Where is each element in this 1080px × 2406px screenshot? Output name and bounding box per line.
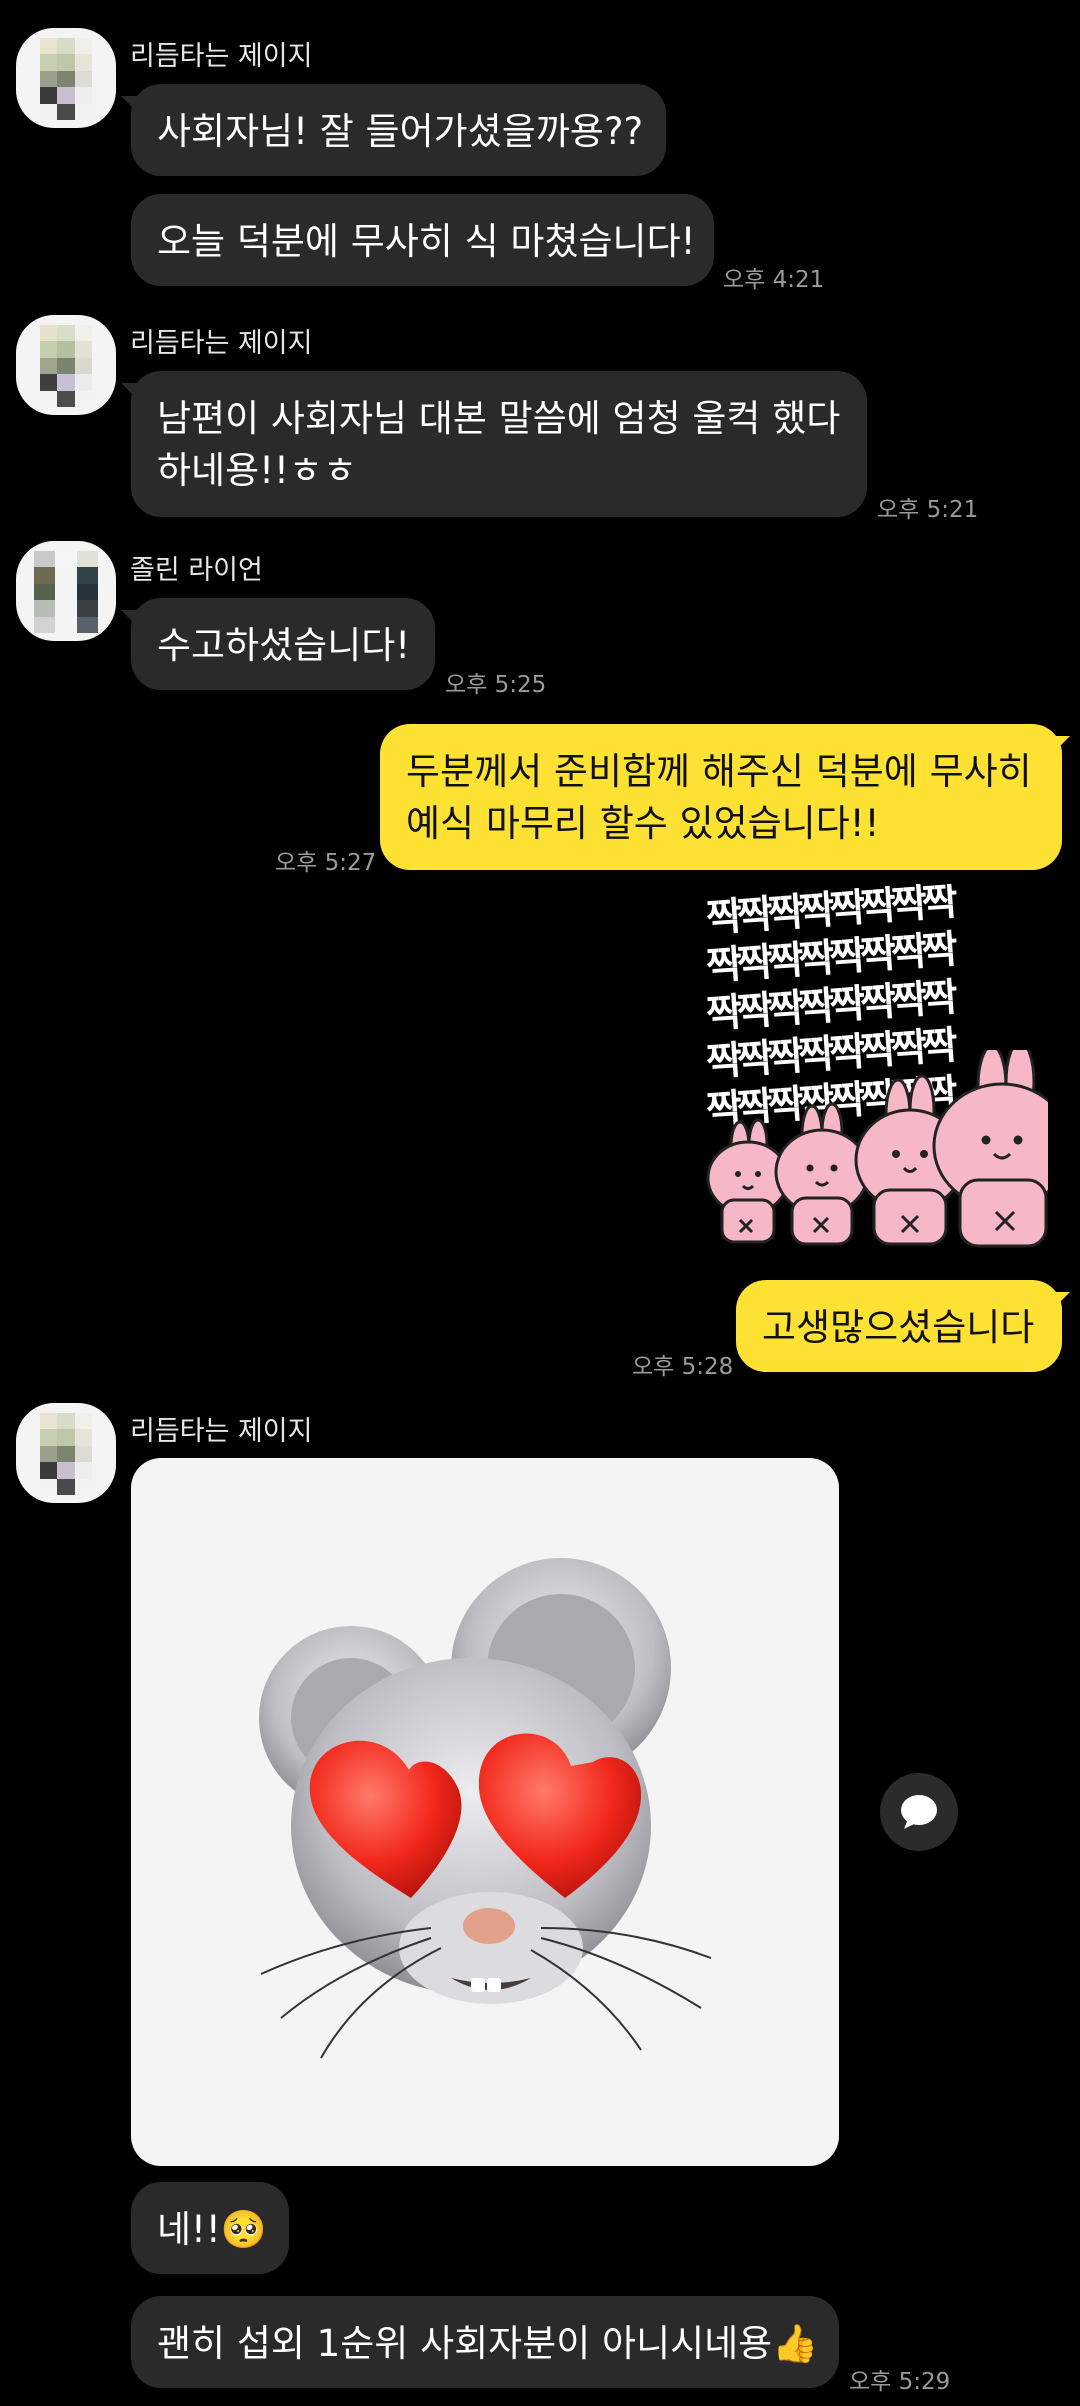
sender-name: 졸린 라이언 xyxy=(130,555,263,586)
message-bubble[interactable]: 두분께서 준비함께 해주신 덕분에 무사히 예식 마무리 할수 있었습니다!! xyxy=(380,724,1062,870)
message-bubble[interactable]: 괜히 섭외 1순위 사회자분이 아니시네용👍 xyxy=(131,2296,839,2388)
sender-name: 리듬타는 제이지 xyxy=(130,1416,313,1447)
message-line: 두분께서 준비함께 해주신 덕분에 무사히 xyxy=(406,750,1032,793)
heart-eyes-mouse-icon xyxy=(259,1558,712,2059)
message-line: 남편이 사회자님 대본 말씀에 엄청 울컥 했다 xyxy=(157,397,841,440)
avatar[interactable] xyxy=(16,1403,116,1503)
message-time: 오후 5:29 xyxy=(849,2369,951,2395)
avatar[interactable] xyxy=(16,541,116,641)
message-bubble[interactable]: 고생많으셨습니다 xyxy=(736,1280,1062,1372)
message-time: 오후 4:21 xyxy=(723,267,825,293)
message-bubble[interactable]: 네!!🥺 xyxy=(131,2182,289,2274)
message-time: 오후 5:25 xyxy=(445,672,547,698)
message-time: 오후 5:28 xyxy=(632,1354,734,1380)
message-time: 오후 5:27 xyxy=(275,850,377,876)
message-bubble[interactable]: 사회자님! 잘 들어가셨을까용?? xyxy=(131,84,666,176)
message-time: 오후 5:21 xyxy=(877,497,979,523)
message-bubble[interactable]: 수고하셨습니다! xyxy=(131,598,435,690)
avatar[interactable] xyxy=(16,28,116,128)
message-line: 하네용!!ㅎㅎ xyxy=(157,449,357,492)
sender-name: 리듬타는 제이지 xyxy=(130,41,313,72)
photo-message[interactable] xyxy=(131,1458,839,2166)
message-line: 예식 마무리 할수 있었습니다!! xyxy=(406,802,880,845)
sender-name: 리듬타는 제이지 xyxy=(130,328,313,359)
bunny-sticker-icon xyxy=(706,1050,1048,1248)
message-bubble[interactable]: 남편이 사회자님 대본 말씀에 엄청 울컥 했다 하네용!!ㅎㅎ xyxy=(131,371,867,517)
message-bubble[interactable]: 오늘 덕분에 무사히 식 마쳤습니다! xyxy=(131,194,714,286)
speech-bubble-icon xyxy=(901,1795,937,1829)
share-button[interactable] xyxy=(880,1773,958,1851)
avatar[interactable] xyxy=(16,315,116,415)
